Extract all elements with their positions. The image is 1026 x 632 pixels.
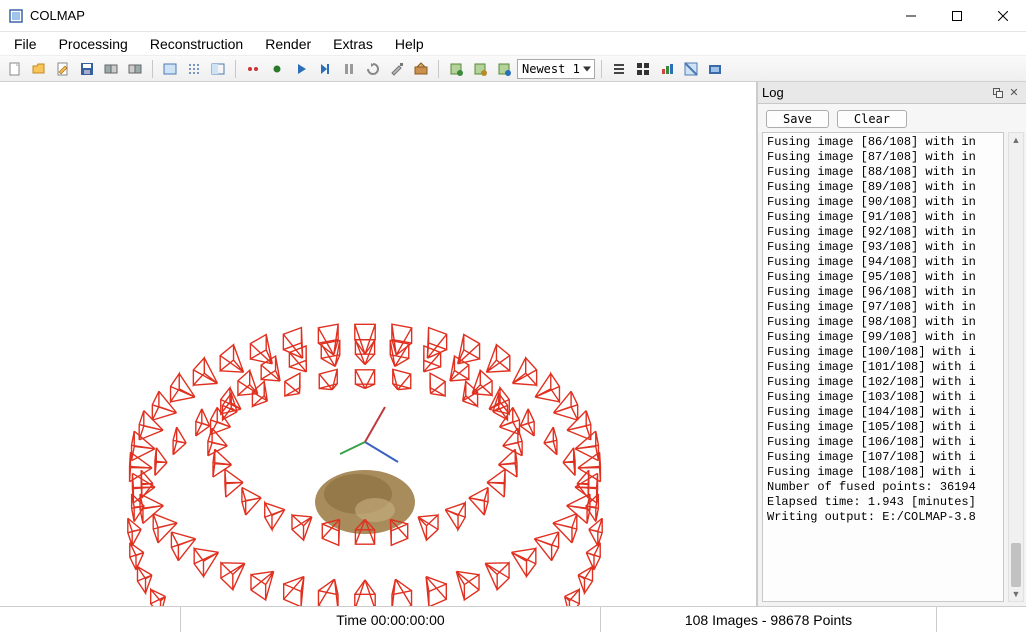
dense-button[interactable] xyxy=(410,58,432,80)
log-line: Fusing image [100/108] with i xyxy=(767,345,999,360)
log-line: Fusing image [104/108] with i xyxy=(767,405,999,420)
reset-view-button[interactable] xyxy=(704,58,726,80)
log-line: Fusing image [102/108] with i xyxy=(767,375,999,390)
log-line: Fusing image [89/108] with in xyxy=(767,180,999,195)
record-button[interactable] xyxy=(242,58,264,80)
menu-help[interactable]: Help xyxy=(385,34,434,54)
log-line: Fusing image [108/108] with i xyxy=(767,465,999,480)
play-button[interactable] xyxy=(290,58,312,80)
scroll-up-icon[interactable]: ▲ xyxy=(1009,133,1023,147)
close-button[interactable] xyxy=(980,0,1026,32)
save-project-button[interactable] xyxy=(76,58,98,80)
log-buttons: Save Clear xyxy=(758,104,1026,132)
status-info: 108 Images - 98678 Points xyxy=(600,607,936,632)
stats-button[interactable] xyxy=(656,58,678,80)
log-line: Elapsed time: 1.943 [minutes] xyxy=(767,495,999,510)
status-right xyxy=(936,607,1026,632)
log-line: Fusing image [86/108] with in xyxy=(767,135,999,150)
menu-processing[interactable]: Processing xyxy=(49,34,138,54)
log-line: Fusing image [94/108] with in xyxy=(767,255,999,270)
view-points-button[interactable] xyxy=(183,58,205,80)
status-left xyxy=(0,607,180,632)
menu-file[interactable]: File xyxy=(4,34,47,54)
camera-frustums xyxy=(128,324,602,606)
menubar: File Processing Reconstruction Render Ex… xyxy=(0,32,1026,56)
log-panel-header[interactable]: Log ✕ xyxy=(758,82,1026,104)
log-save-button[interactable]: Save xyxy=(766,110,829,128)
toolbar: Newest 1 xyxy=(0,56,1026,82)
log-panel: Log ✕ Save Clear Fusing image [86/108] w… xyxy=(757,82,1026,606)
start-button[interactable] xyxy=(266,58,288,80)
options-button[interactable] xyxy=(386,58,408,80)
log-line: Number of fused points: 36194 xyxy=(767,480,999,495)
log-clear-button[interactable]: Clear xyxy=(837,110,907,128)
log-line: Fusing image [90/108] with in xyxy=(767,195,999,210)
log-scrollbar[interactable]: ▲ ▼ xyxy=(1008,132,1024,602)
log-title: Log xyxy=(762,85,990,100)
undock-icon[interactable] xyxy=(990,85,1006,101)
stereo-button[interactable] xyxy=(469,58,491,80)
log-line: Fusing image [96/108] with in xyxy=(767,285,999,300)
scroll-thumb[interactable] xyxy=(1011,543,1021,587)
log-line: Fusing image [92/108] with in xyxy=(767,225,999,240)
app-icon xyxy=(8,8,24,24)
main-area: Log ✕ Save Clear Fusing image [86/108] w… xyxy=(0,82,1026,606)
log-toggle-button[interactable] xyxy=(608,58,630,80)
log-line: Fusing image [95/108] with in xyxy=(767,270,999,285)
pause-button[interactable] xyxy=(338,58,360,80)
titlebar: COLMAP xyxy=(0,0,1026,32)
log-text[interactable]: Fusing image [86/108] with inFusing imag… xyxy=(762,132,1004,602)
log-line: Fusing image [98/108] with in xyxy=(767,315,999,330)
log-line: Writing output: E:/COLMAP-3.8 xyxy=(767,510,999,525)
menu-extras[interactable]: Extras xyxy=(323,34,383,54)
model-selector-label: Newest 1 xyxy=(522,62,580,76)
grab-image-button[interactable] xyxy=(632,58,654,80)
minimize-button[interactable] xyxy=(888,0,934,32)
menu-render[interactable]: Render xyxy=(255,34,321,54)
log-line: Fusing image [101/108] with i xyxy=(767,360,999,375)
maximize-button[interactable] xyxy=(934,0,980,32)
view-match-button[interactable] xyxy=(207,58,229,80)
window-title: COLMAP xyxy=(30,8,85,23)
status-time: Time 00:00:00:00 xyxy=(180,607,600,632)
new-project-button[interactable] xyxy=(4,58,26,80)
window-controls xyxy=(888,0,1026,32)
export-model-button[interactable] xyxy=(124,58,146,80)
log-line: Fusing image [105/108] with i xyxy=(767,420,999,435)
log-line: Fusing image [106/108] with i xyxy=(767,435,999,450)
log-line: Fusing image [97/108] with in xyxy=(767,300,999,315)
statusbar: Time 00:00:00:00 108 Images - 98678 Poin… xyxy=(0,606,1026,632)
step-button[interactable] xyxy=(314,58,336,80)
close-panel-icon[interactable]: ✕ xyxy=(1006,85,1022,101)
log-line: Fusing image [87/108] with in xyxy=(767,150,999,165)
menu-reconstruction[interactable]: Reconstruction xyxy=(140,34,253,54)
reset-button[interactable] xyxy=(362,58,384,80)
match-matrix-button[interactable] xyxy=(680,58,702,80)
model-selector[interactable]: Newest 1 xyxy=(517,59,595,79)
log-line: Fusing image [88/108] with in xyxy=(767,165,999,180)
scroll-down-icon[interactable]: ▼ xyxy=(1009,587,1023,601)
viewport-3d[interactable] xyxy=(0,82,757,606)
log-line: Fusing image [91/108] with in xyxy=(767,210,999,225)
open-project-button[interactable] xyxy=(28,58,50,80)
log-line: Fusing image [107/108] with i xyxy=(767,450,999,465)
undistort-button[interactable] xyxy=(445,58,467,80)
log-line: Fusing image [103/108] with i xyxy=(767,390,999,405)
axis-gizmo xyxy=(340,407,398,462)
edit-project-button[interactable] xyxy=(52,58,74,80)
log-line: Fusing image [99/108] with in xyxy=(767,330,999,345)
fusion-button[interactable] xyxy=(493,58,515,80)
log-line: Fusing image [93/108] with in xyxy=(767,240,999,255)
view-image-button[interactable] xyxy=(159,58,181,80)
import-model-button[interactable] xyxy=(100,58,122,80)
